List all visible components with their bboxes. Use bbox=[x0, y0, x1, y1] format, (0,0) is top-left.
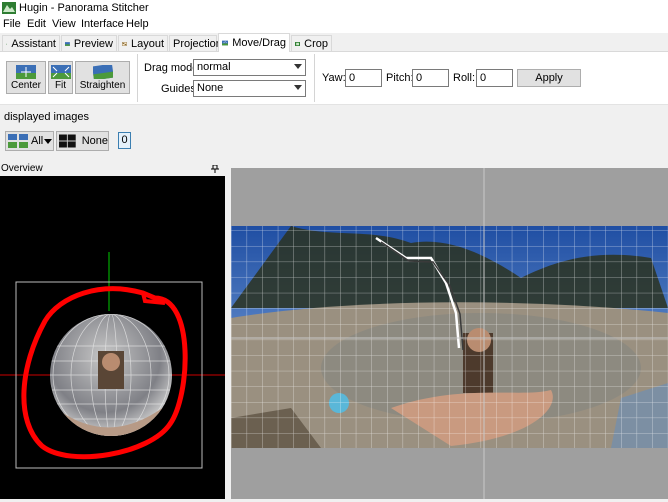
overview-header: Overview bbox=[0, 162, 225, 176]
menu-bar: File Edit View Interface Help bbox=[0, 17, 668, 33]
center-button[interactable]: Center bbox=[6, 61, 46, 94]
move-drag-icon bbox=[222, 40, 229, 46]
tab-assistant[interactable]: Assistant bbox=[2, 35, 60, 51]
straighten-button[interactable]: Straighten bbox=[75, 61, 130, 94]
tab-label: Projection bbox=[173, 37, 222, 50]
show-none-label: None bbox=[81, 135, 108, 147]
tab-label: Assistant bbox=[11, 37, 56, 50]
tab-label: Layout bbox=[130, 37, 164, 50]
menu-help[interactable]: Help bbox=[126, 18, 149, 30]
show-all-label: All bbox=[31, 135, 44, 147]
pitch-input[interactable]: 0 bbox=[412, 69, 449, 87]
crop-icon bbox=[295, 41, 301, 46]
displayed-images-heading: displayed images bbox=[4, 111, 89, 123]
drag-mode-value: normal bbox=[197, 61, 231, 73]
roll-label: Roll: bbox=[453, 72, 476, 84]
tab-bar: Assistant Preview Layout Projection Move… bbox=[0, 33, 668, 52]
toolbar-separator bbox=[314, 54, 315, 102]
panorama-preview-panel[interactable] bbox=[231, 168, 668, 499]
yaw-input[interactable]: 0 bbox=[345, 69, 382, 87]
panorama-preview-canvas[interactable] bbox=[231, 168, 668, 499]
window-title: Hugin - Panorama Stitcher bbox=[19, 2, 149, 14]
tab-crop[interactable]: Crop bbox=[291, 35, 332, 51]
tab-label: Preview bbox=[73, 37, 113, 50]
menu-edit[interactable]: Edit bbox=[27, 18, 46, 30]
show-all-button[interactable]: All bbox=[5, 131, 54, 151]
fit-label: Fit bbox=[54, 80, 67, 91]
overview-title: Overview bbox=[1, 163, 43, 174]
empty-grid-icon bbox=[59, 134, 76, 148]
menu-view[interactable]: View bbox=[52, 18, 76, 30]
roll-input[interactable]: 0 bbox=[476, 69, 513, 87]
displayed-images-section: displayed images All None 0 bbox=[0, 105, 668, 161]
tab-preview[interactable]: Preview bbox=[61, 35, 117, 51]
center-icon bbox=[16, 65, 36, 79]
drag-mode-select[interactable]: normal bbox=[193, 59, 306, 76]
apply-button[interactable]: Apply bbox=[517, 69, 581, 87]
chevron-down-icon bbox=[294, 85, 302, 90]
tab-layout[interactable]: Layout bbox=[118, 35, 168, 51]
overview-panel[interactable] bbox=[0, 176, 225, 499]
title-bar: Hugin - Panorama Stitcher bbox=[0, 0, 668, 17]
dropdown-arrow-icon bbox=[44, 138, 53, 144]
pitch-label: Pitch: bbox=[386, 72, 414, 84]
guides-value: None bbox=[197, 82, 224, 94]
show-none-button[interactable]: None bbox=[56, 131, 109, 151]
menu-file[interactable]: File bbox=[3, 18, 21, 30]
straighten-icon bbox=[92, 65, 113, 79]
toolbar-separator bbox=[137, 54, 138, 102]
assistant-icon bbox=[6, 43, 8, 44]
center-label: Center bbox=[10, 80, 41, 91]
fit-icon bbox=[50, 65, 71, 79]
tab-projection[interactable]: Projection bbox=[169, 35, 222, 51]
tab-move-drag[interactable]: Move/Drag bbox=[218, 33, 290, 52]
pin-icon[interactable] bbox=[211, 165, 219, 173]
tab-label: Crop bbox=[304, 37, 328, 50]
layout-icon bbox=[122, 41, 127, 46]
fit-button[interactable]: Fit bbox=[48, 61, 73, 94]
yaw-label: Yaw: bbox=[322, 72, 346, 84]
overview-canvas[interactable] bbox=[0, 176, 225, 499]
grid-images-icon bbox=[8, 134, 28, 148]
panorama-image bbox=[231, 226, 668, 448]
image-toggle-0[interactable]: 0 bbox=[118, 132, 131, 149]
tab-label: Move/Drag bbox=[232, 37, 286, 49]
menu-interface[interactable]: Interface bbox=[81, 18, 124, 30]
hugin-app-icon bbox=[2, 2, 16, 14]
guides-select[interactable]: None bbox=[193, 80, 306, 97]
chevron-down-icon bbox=[294, 64, 302, 69]
straighten-label: Straighten bbox=[79, 80, 126, 91]
preview-icon bbox=[65, 41, 70, 46]
